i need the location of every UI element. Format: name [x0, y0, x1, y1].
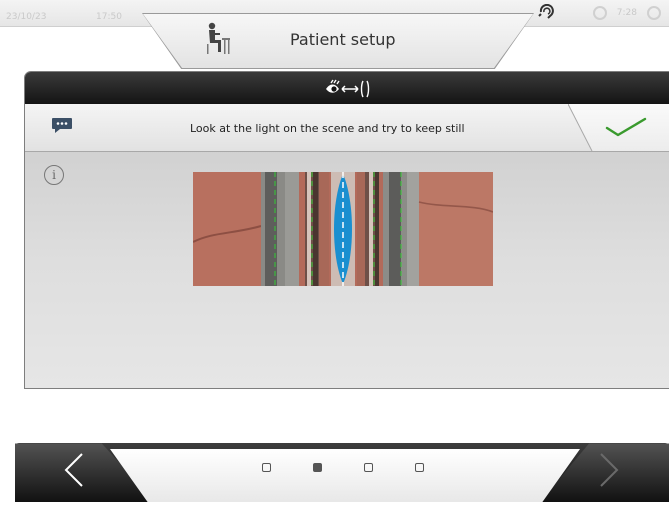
eye-to-lens-alignment-icon [326, 79, 370, 98]
status-right-group: 7:28 [592, 6, 661, 20]
page-title: Patient setup [290, 30, 396, 49]
record-icon [647, 6, 661, 20]
message-icon [52, 118, 72, 133]
page-dot-2[interactable] [313, 463, 322, 472]
setup-panel: Look at the light on the scene and try t… [24, 71, 669, 389]
page-dot-3[interactable] [364, 463, 373, 472]
page-dot-4[interactable] [415, 463, 424, 472]
status-time: 17:50 [96, 12, 122, 22]
page-indicator-area [110, 449, 580, 502]
page-dot-1[interactable] [262, 463, 271, 472]
timer-icon [592, 6, 607, 20]
ear-icon [537, 3, 555, 24]
status-counter: 7:28 [616, 8, 637, 18]
status-date: 23/10/23 [6, 12, 47, 22]
eye-alignment-camera-view [193, 172, 493, 286]
instruction-bar: Look at the light on the scene and try t… [25, 104, 669, 152]
confirm-divider [568, 104, 593, 151]
instruction-text: Look at the light on the scene and try t… [190, 122, 465, 135]
chevron-right-icon [600, 453, 619, 487]
patient-seated-icon [207, 22, 230, 54]
panel-header [25, 72, 669, 104]
chevron-left-icon [64, 453, 83, 487]
checkmark-icon [605, 117, 647, 137]
info-icon[interactable]: i [44, 165, 64, 185]
